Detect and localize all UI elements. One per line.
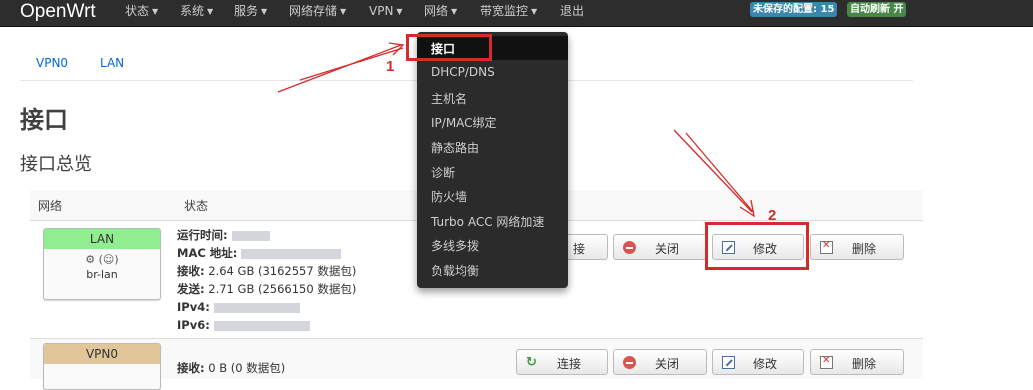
arrow-1-line-b [299, 47, 404, 81]
arrow-2-line-a [673, 129, 753, 213]
annotation-arrows [277, 42, 755, 218]
arrow-1-line-a [277, 44, 402, 93]
arrow-2-line-b [685, 132, 755, 214]
